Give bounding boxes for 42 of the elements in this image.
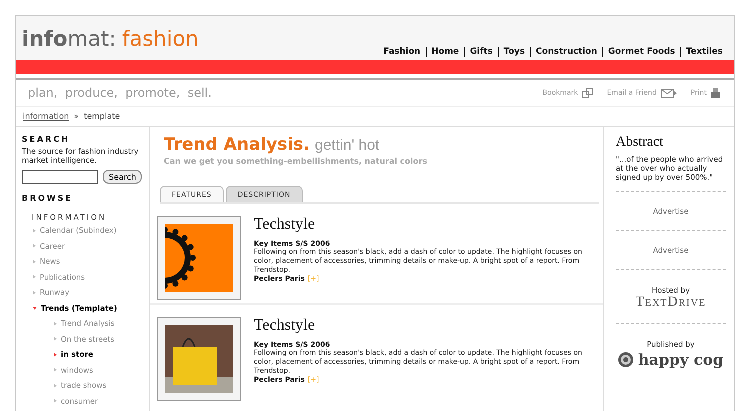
nav-link[interactable]: Textiles	[680, 47, 728, 57]
breadcrumb-link[interactable]: information	[23, 112, 70, 121]
search-button[interactable]: Search	[103, 170, 142, 184]
bullet-icon	[54, 337, 57, 342]
bullet-icon	[33, 244, 36, 248]
search-heading: SEARCH	[22, 135, 72, 144]
nav-link[interactable]: Fashion	[378, 47, 426, 57]
article-title: Techstyle	[254, 216, 316, 234]
bullet-icon	[54, 352, 57, 357]
publisher-logo[interactable]: happy cog	[638, 351, 724, 369]
breadcrumb-current: template	[84, 112, 120, 121]
bullet-icon	[54, 384, 57, 388]
bullet-icon	[54, 322, 57, 326]
bullet-icon	[33, 290, 36, 295]
host-logo[interactable]: TextDrive	[616, 295, 726, 311]
bullet-icon	[33, 228, 36, 233]
printer-icon	[711, 88, 720, 98]
page-subtitle: gettin' hot	[315, 137, 380, 154]
bullet-icon	[54, 399, 57, 404]
shopping-bag-photo-placeholder	[165, 325, 233, 393]
bullet-icon	[33, 260, 36, 264]
page-title: Trend Analysis.	[164, 135, 310, 155]
site-logo[interactable]: infomat: fashion	[22, 27, 199, 51]
target-icon	[618, 352, 634, 368]
envelope-icon	[660, 88, 677, 98]
browse-heading: BROWSE	[22, 194, 74, 203]
article-title: Techstyle	[254, 317, 316, 335]
search-field[interactable]	[22, 170, 98, 184]
bookmark-icon	[582, 88, 594, 98]
nav-link[interactable]: Construction	[530, 47, 602, 57]
nav-link[interactable]: Toys	[498, 47, 530, 57]
page-lead: Can we get you something-embellishments, natural colors	[163, 157, 428, 166]
bullet-icon	[54, 368, 57, 372]
tagline: plan, produce, promote, sell.	[28, 86, 212, 100]
breadcrumb-separator: »	[74, 112, 80, 121]
nav-link[interactable]: Home	[426, 47, 464, 57]
bullet-icon	[33, 306, 37, 310]
gear-graphic-drawing	[165, 224, 233, 292]
abstract-title: Abstract	[616, 135, 664, 151]
nav-link[interactable]: Gifts	[464, 47, 498, 57]
nav-link[interactable]: Gormet Foods	[602, 47, 680, 57]
bullet-icon	[33, 275, 36, 280]
